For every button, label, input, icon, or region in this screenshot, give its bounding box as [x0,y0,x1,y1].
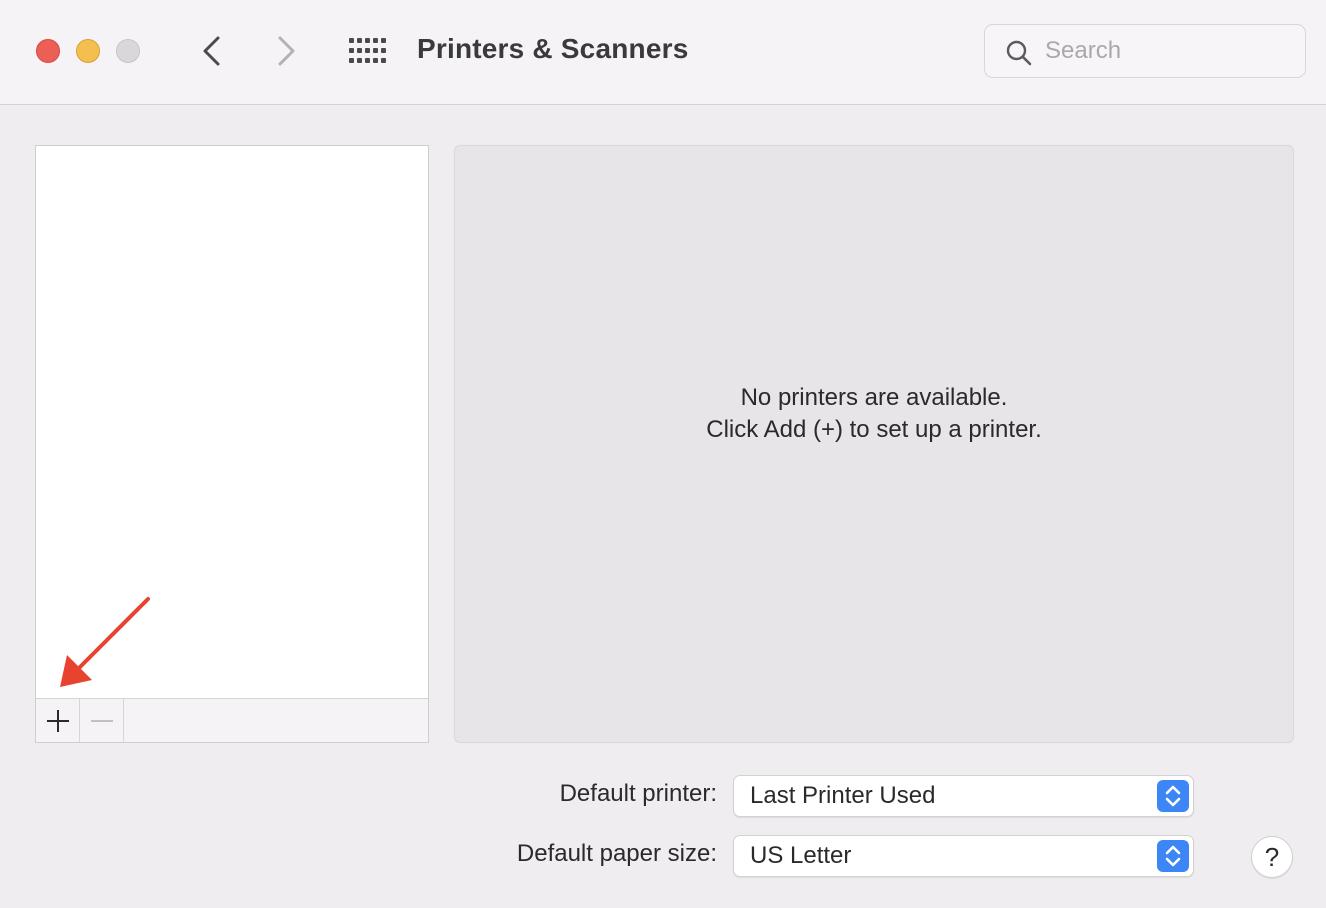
popup-stepper-icon [1157,780,1189,812]
chevron-left-icon [203,36,220,66]
plus-icon [46,710,69,732]
default-paper-size-value: US Letter [750,842,852,869]
default-printer-label: Default printer: [559,780,717,807]
default-paper-size-label: Default paper size: [516,840,717,867]
help-button[interactable]: ? [1251,836,1293,878]
preferences-window: Printers & Scanners Search No printers a… [0,0,1326,908]
close-window-button[interactable] [36,39,60,63]
toolbar: Printers & Scanners [0,0,1326,105]
back-button[interactable] [194,32,230,70]
search-input[interactable] [1045,35,1285,67]
show-all-grid-icon [349,38,386,63]
printer-list-footer [36,698,428,742]
forward-button[interactable] [268,32,304,70]
popup-stepper-icon [1157,840,1189,872]
window-title: Printers & Scanners [417,33,689,64]
remove-printer-button[interactable] [80,699,124,742]
empty-state-line-2: Click Add (+) to set up a printer. [706,416,1042,443]
search-icon [1006,40,1032,66]
minimize-window-button[interactable] [76,39,100,63]
default-printer-value: Last Printer Used [750,782,936,809]
search-field[interactable] [984,24,1306,78]
zoom-window-button[interactable] [116,39,140,63]
default-paper-size-popup[interactable]: US Letter [733,835,1194,877]
minus-icon [90,720,113,722]
default-printer-popup[interactable]: Last Printer Used [733,775,1194,817]
show-all-button[interactable] [348,38,386,64]
add-printer-button[interactable] [36,699,80,742]
empty-state-line-1: No printers are available. [740,384,1008,411]
chevron-right-icon [278,36,295,66]
annotation-arrow-icon [60,597,150,687]
printer-detail-pane: No printers are available. Click Add (+)… [454,145,1294,743]
empty-state-message: No printers are available. Click Add (+)… [455,382,1293,446]
